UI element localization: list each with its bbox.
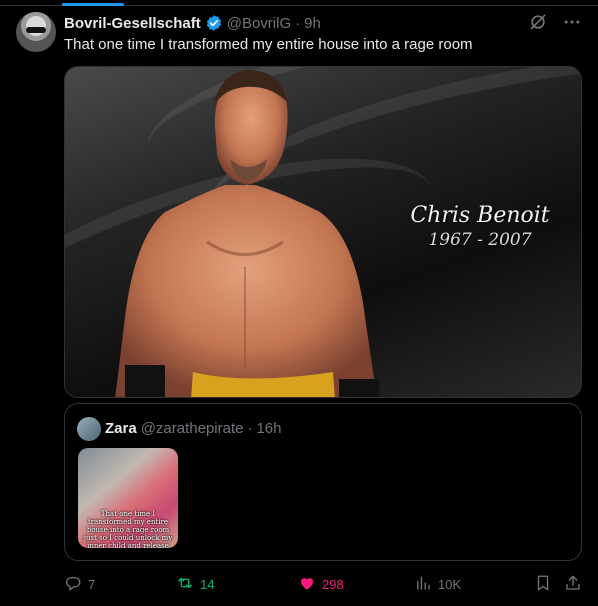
memorial-caption: Chris Benoit 1967 - 2007 xyxy=(395,203,565,251)
quote-header: Zara @zarathepirate · 16h xyxy=(105,420,282,437)
quoted-tweet[interactable]: Zara @zarathepirate · 16h That one time … xyxy=(64,403,582,561)
quote-author-avatar[interactable] xyxy=(77,417,101,441)
quote-author-name[interactable]: Zara xyxy=(105,420,137,437)
quote-separator: · xyxy=(247,420,253,437)
views-button[interactable]: 10K xyxy=(414,573,461,595)
verified-badge-icon[interactable] xyxy=(205,14,223,32)
reply-button[interactable]: 7 xyxy=(64,573,95,595)
share-button[interactable] xyxy=(564,573,582,595)
wrestler-photo xyxy=(115,70,379,397)
tweet-media-image[interactable]: Chris Benoit 1967 - 2007 xyxy=(64,66,582,398)
heart-icon xyxy=(298,574,316,595)
reply-icon xyxy=(64,574,82,595)
author-name[interactable]: Bovril-Gesellschaft xyxy=(64,15,201,32)
like-count: 298 xyxy=(322,576,344,592)
tweet-timestamp[interactable]: 9h xyxy=(304,15,321,32)
repost-count: 14 xyxy=(200,576,215,592)
tab-indicator xyxy=(62,3,124,6)
memorial-years: 1967 - 2007 xyxy=(428,230,532,250)
reply-count: 7 xyxy=(88,576,96,592)
memorial-name: Chris Benoit xyxy=(410,203,550,228)
author-avatar[interactable] xyxy=(16,12,56,52)
header-actions xyxy=(528,12,582,32)
quote-timestamp[interactable]: 16h xyxy=(256,420,281,437)
bookmark-icon xyxy=(534,574,552,595)
bookmark-button[interactable] xyxy=(534,573,552,595)
quote-thumb-caption: That one time I transformed my entire ho… xyxy=(83,510,173,548)
repost-icon xyxy=(176,574,194,595)
share-icon xyxy=(564,574,582,595)
header-separator: · xyxy=(295,14,301,32)
tweet-actions-bar: 7 14 298 10K xyxy=(64,573,582,595)
more-options-icon[interactable] xyxy=(562,12,582,32)
views-count: 10K xyxy=(438,576,462,592)
grok-icon[interactable] xyxy=(528,12,548,32)
tweet-text: That one time I transformed my entire ho… xyxy=(64,36,473,53)
like-button[interactable]: 298 xyxy=(298,573,344,595)
quote-media-thumbnail[interactable]: That one time I transformed my entire ho… xyxy=(78,448,178,548)
views-icon xyxy=(414,574,432,595)
tweet-header: Bovril-Gesellschaft @BovrilG · 9h xyxy=(64,13,321,33)
quote-author-handle[interactable]: @zarathepirate xyxy=(141,420,244,437)
repost-button[interactable]: 14 xyxy=(176,573,214,595)
author-handle[interactable]: @BovrilG xyxy=(227,15,291,32)
